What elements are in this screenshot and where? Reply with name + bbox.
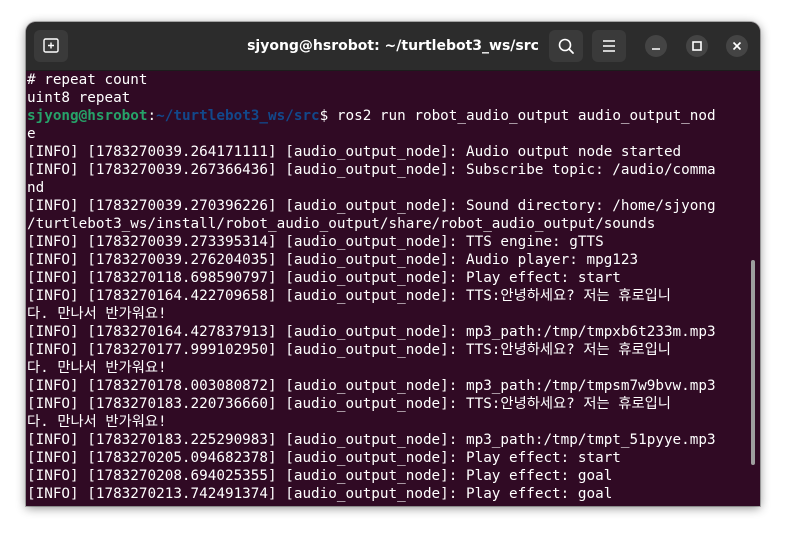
terminal-line: [INFO] [1783270213.742491374] [audio_out…: [27, 486, 613, 502]
maximize-button[interactable]: [686, 35, 708, 57]
menu-button[interactable]: [592, 30, 626, 62]
terminal-line: [INFO] [1783270177.999102950] [audio_out…: [27, 342, 671, 358]
title-bar[interactable]: sjyong@hsrobot: ~/turtlebot3_ws/src: [26, 22, 760, 71]
maximize-icon: [692, 41, 702, 51]
terminal-output[interactable]: # repeat count uint8 repeat sjyong@hsrob…: [27, 71, 747, 506]
terminal-line: [INFO] [1783270039.264171111] [audio_out…: [27, 144, 682, 160]
terminal-line: [INFO] [1783270205.094682378] [audio_out…: [27, 450, 621, 466]
terminal-line: # repeat count: [27, 72, 148, 88]
terminal-line: [INFO] [1783270039.273395314] [audio_out…: [27, 234, 604, 250]
hamburger-menu-icon: [603, 40, 615, 52]
search-button[interactable]: [549, 30, 583, 62]
prompt-path: ~/turtlebot3_ws/src: [156, 108, 320, 124]
prompt-separator: :: [147, 108, 157, 124]
terminal-line: /turtlebot3_ws/install/robot_audio_outpu…: [27, 216, 656, 232]
scrollbar-thumb[interactable]: [751, 260, 755, 465]
new-tab-icon: [43, 38, 59, 53]
terminal-line: 다. 만나서 반가워요!: [27, 414, 167, 430]
terminal-line: uint8 repeat: [27, 90, 131, 106]
terminal-line: [INFO] [1783270208.694025355] [audio_out…: [27, 468, 613, 484]
prompt-line: sjyong@hsrobot:~/turtlebot3_ws/src$ ros2…: [27, 107, 747, 125]
terminal-line: [INFO] [1783270164.427837913] [audio_out…: [27, 324, 716, 340]
close-icon: [732, 41, 742, 51]
search-icon: [558, 38, 574, 54]
terminal-line: [INFO] [1783270118.698590797] [audio_out…: [27, 270, 621, 286]
terminal-line: 다. 만나서 반가워요!: [27, 306, 167, 322]
terminal-line: e: [27, 126, 36, 142]
minimize-button[interactable]: [645, 35, 667, 57]
terminal-line: 다. 만나서 반가워요!: [27, 360, 167, 376]
terminal-line: [INFO] [1783270183.220736660] [audio_out…: [27, 396, 671, 412]
new-tab-button[interactable]: [34, 30, 68, 62]
prompt-command: $ ros2 run robot_audio_output audio_outp…: [319, 108, 716, 124]
terminal-line: [INFO] [1783270039.270396226] [audio_out…: [27, 198, 716, 214]
terminal-line: [INFO] [1783270039.276204035] [audio_out…: [27, 252, 639, 268]
minimize-icon: [652, 48, 660, 50]
terminal-line: [INFO] [1783270164.422709658] [audio_out…: [27, 288, 671, 304]
terminal-window: sjyong@hsrobot: ~/turtlebot3_ws/src # re…: [26, 22, 760, 506]
terminal-line: nd: [27, 180, 45, 196]
terminal-line: [INFO] [1783270039.267366436] [audio_out…: [27, 162, 716, 178]
terminal-line: [INFO] [1783270178.003080872] [audio_out…: [27, 378, 716, 394]
terminal-line: [INFO] [1783270183.225290983] [audio_out…: [27, 432, 716, 448]
prompt-user-host: sjyong@hsrobot: [27, 108, 148, 124]
window-title: sjyong@hsrobot: ~/turtlebot3_ws/src: [247, 38, 539, 54]
close-button[interactable]: [726, 35, 748, 57]
